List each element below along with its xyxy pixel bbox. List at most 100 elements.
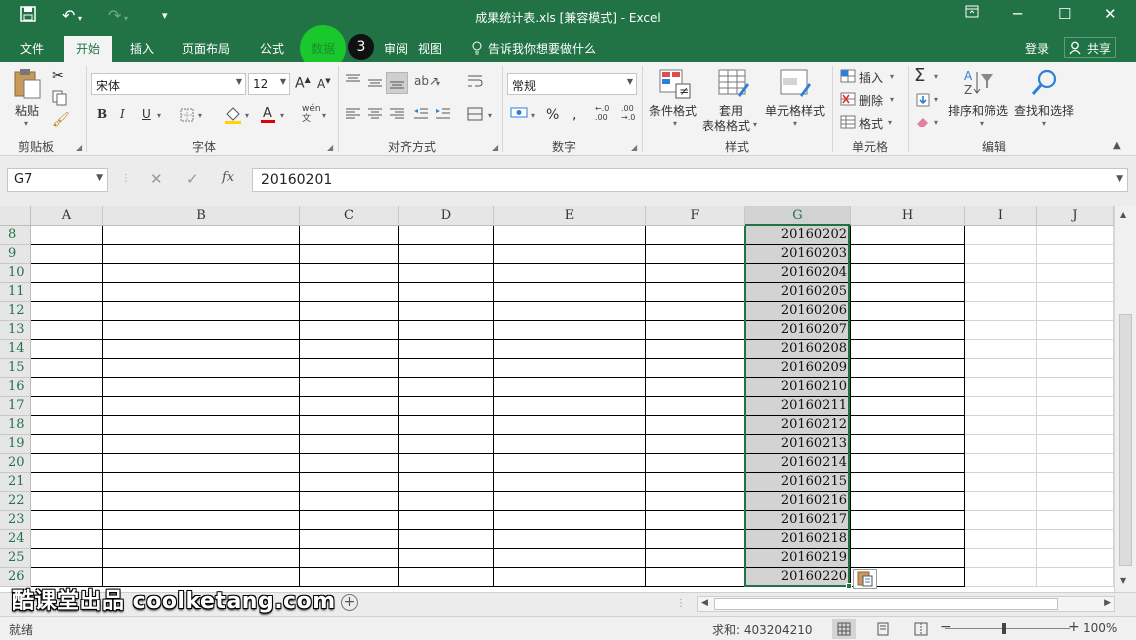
cell-j9[interactable] — [1037, 245, 1114, 264]
cell-b25[interactable] — [103, 549, 300, 568]
cell-h11[interactable] — [851, 283, 965, 302]
number-launcher-icon[interactable]: ◢ — [631, 143, 637, 152]
cell-b13[interactable] — [103, 321, 300, 340]
cell-e14[interactable] — [494, 340, 646, 359]
cell-g20[interactable]: 20160214 — [745, 454, 851, 473]
tab-file[interactable]: 文件 — [20, 40, 44, 57]
row-header[interactable]: 23 — [0, 511, 31, 530]
delete-dropdown-icon[interactable]: ▾ — [890, 95, 894, 104]
increase-font-icon[interactable]: A▲ — [295, 75, 311, 92]
accounting-dropdown-icon[interactable]: ▾ — [531, 111, 535, 120]
normal-view-icon[interactable] — [832, 619, 856, 639]
vertical-scroll-thumb[interactable] — [1119, 314, 1132, 566]
cell-j15[interactable] — [1037, 359, 1114, 378]
tab-data[interactable]: 数据 — [300, 40, 346, 57]
cut-icon[interactable]: ✂ — [52, 68, 64, 84]
column-header-f[interactable]: F — [646, 206, 745, 226]
cell-h13[interactable] — [851, 321, 965, 340]
delete-cells-button[interactable]: 删除 — [859, 92, 883, 109]
cell-a25[interactable] — [31, 549, 103, 568]
column-header-g[interactable]: G — [745, 206, 851, 226]
expand-formula-bar-icon[interactable]: ▼ — [1116, 174, 1123, 184]
select-all-corner[interactable] — [0, 206, 31, 226]
paste-dropdown-icon[interactable]: ▾ — [24, 119, 28, 128]
page-break-view-icon[interactable] — [909, 619, 933, 639]
cell-f25[interactable] — [646, 549, 745, 568]
ribbon-display-options-icon[interactable] — [965, 5, 979, 23]
cell-d18[interactable] — [399, 416, 494, 435]
insert-dropdown-icon[interactable]: ▾ — [890, 72, 894, 81]
row-header[interactable]: 12 — [0, 302, 31, 321]
decrease-decimal-icon[interactable]: .00 →.0 — [621, 104, 635, 122]
cell-f11[interactable] — [646, 283, 745, 302]
fill-icon[interactable] — [916, 93, 930, 110]
login-link[interactable]: 登录 — [1025, 40, 1049, 57]
copy-icon[interactable] — [52, 90, 68, 109]
cell-g10[interactable]: 20160204 — [745, 264, 851, 283]
cell-f18[interactable] — [646, 416, 745, 435]
cell-e24[interactable] — [494, 530, 646, 549]
column-header-h[interactable]: H — [851, 206, 965, 226]
cell-b24[interactable] — [103, 530, 300, 549]
cell-e8[interactable] — [494, 226, 646, 245]
formula-input[interactable]: 20160201 ▼ — [252, 168, 1128, 192]
wrap-text-icon[interactable] — [467, 74, 483, 91]
cell-f21[interactable] — [646, 473, 745, 492]
cell-h16[interactable] — [851, 378, 965, 397]
cell-a18[interactable] — [31, 416, 103, 435]
cell-h14[interactable] — [851, 340, 965, 359]
cell-f20[interactable] — [646, 454, 745, 473]
cell-e16[interactable] — [494, 378, 646, 397]
cell-f22[interactable] — [646, 492, 745, 511]
cell-f26[interactable] — [646, 568, 745, 587]
font-size-select[interactable]: 12 ▼ — [248, 73, 290, 95]
cell-e25[interactable] — [494, 549, 646, 568]
bottom-align-icon[interactable] — [386, 72, 408, 94]
tell-me-search[interactable]: 告诉我你想要做什么 — [472, 40, 596, 57]
horizontal-scroll-thumb[interactable] — [714, 598, 1058, 610]
cell-b14[interactable] — [103, 340, 300, 359]
cell-d24[interactable] — [399, 530, 494, 549]
cell-e9[interactable] — [494, 245, 646, 264]
tab-formulas[interactable]: 公式 — [260, 40, 284, 57]
cell-d10[interactable] — [399, 264, 494, 283]
cell-i15[interactable] — [965, 359, 1037, 378]
cell-j10[interactable] — [1037, 264, 1114, 283]
cell-e19[interactable] — [494, 435, 646, 454]
align-left-icon[interactable] — [345, 107, 361, 124]
alignment-launcher-icon[interactable]: ◢ — [492, 143, 498, 152]
cell-j16[interactable] — [1037, 378, 1114, 397]
cell-d20[interactable] — [399, 454, 494, 473]
cell-a19[interactable] — [31, 435, 103, 454]
cell-g9[interactable]: 20160203 — [745, 245, 851, 264]
cell-d26[interactable] — [399, 568, 494, 587]
tab-insert[interactable]: 插入 — [130, 40, 154, 57]
cell-j8[interactable] — [1037, 226, 1114, 245]
cell-e20[interactable] — [494, 454, 646, 473]
tab-review[interactable]: 审阅 — [384, 40, 408, 57]
cell-h20[interactable] — [851, 454, 965, 473]
cell-a22[interactable] — [31, 492, 103, 511]
cell-a10[interactable] — [31, 264, 103, 283]
cell-d12[interactable] — [399, 302, 494, 321]
cell-c8[interactable] — [300, 226, 399, 245]
sort-dropdown-icon[interactable]: ▾ — [980, 119, 984, 128]
font-launcher-icon[interactable]: ◢ — [327, 143, 333, 152]
zoom-out-icon[interactable]: − — [940, 619, 952, 635]
cell-b22[interactable] — [103, 492, 300, 511]
cell-g8[interactable]: 20160202 — [745, 226, 851, 245]
increase-decimal-icon[interactable]: ←.0.00 — [595, 104, 609, 122]
cell-g19[interactable]: 20160213 — [745, 435, 851, 454]
cell-a12[interactable] — [31, 302, 103, 321]
cell-e13[interactable] — [494, 321, 646, 340]
cell-c24[interactable] — [300, 530, 399, 549]
cell-i11[interactable] — [965, 283, 1037, 302]
cell-e23[interactable] — [494, 511, 646, 530]
cell-j13[interactable] — [1037, 321, 1114, 340]
cell-i17[interactable] — [965, 397, 1037, 416]
cell-f8[interactable] — [646, 226, 745, 245]
clipboard-launcher-icon[interactable]: ◢ — [76, 143, 82, 152]
column-header-e[interactable]: E — [494, 206, 646, 226]
cell-j17[interactable] — [1037, 397, 1114, 416]
merge-center-icon[interactable] — [467, 107, 483, 124]
